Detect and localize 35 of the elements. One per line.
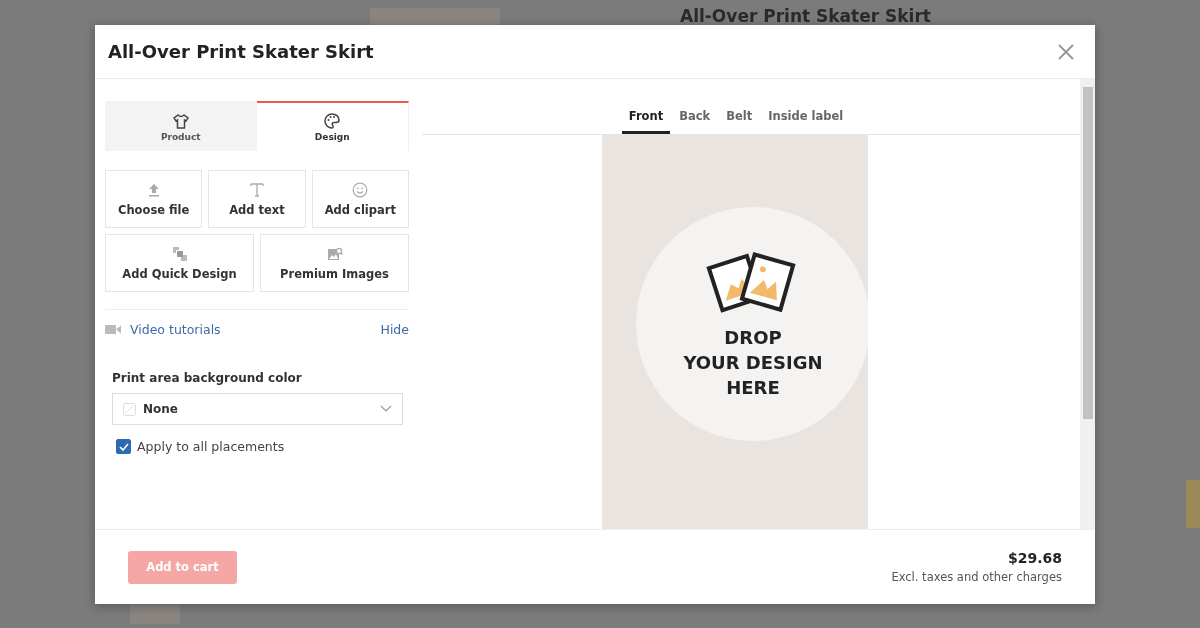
tool-button[interactable]: Add clipart (311, 170, 409, 228)
photo-placeholder (130, 604, 180, 624)
tool-button[interactable]: Premium Images (260, 234, 409, 292)
price-note: Excl. taxes and other charges (891, 570, 1062, 584)
field-label: Print area background color (112, 371, 303, 385)
price: $29.68 (1007, 550, 1062, 566)
tool-button[interactable]: Choose file (105, 170, 203, 228)
modal-title: All-Over Print Skater Skirt (108, 41, 374, 62)
page-title: All-Over Print Skater Skirt (680, 6, 931, 26)
link[interactable]: Video tutorials (130, 322, 381, 337)
checkbox[interactable] (116, 439, 131, 454)
video-camera-icon (105, 324, 121, 335)
tab[interactable]: Back (672, 109, 718, 134)
image-icon (326, 245, 343, 262)
palette-icon (324, 112, 341, 129)
checkbox-label: Apply to all placements (137, 439, 285, 454)
empty-swatch-icon (123, 402, 136, 416)
close-icon[interactable] (1057, 42, 1075, 61)
shirt-icon (172, 112, 189, 129)
tool-button[interactable]: Add Quick Design (105, 234, 254, 292)
text-icon (249, 181, 265, 198)
link[interactable]: Hide (380, 322, 409, 337)
scrollbar[interactable] (1080, 79, 1095, 529)
drop-zone[interactable]: DROP YOUR DESIGN HERE (636, 207, 870, 441)
tool-button[interactable]: Add text (208, 170, 306, 228)
color-dropdown[interactable]: None (112, 393, 403, 425)
tab[interactable]: Inside label (761, 109, 851, 134)
tab[interactable]: Design (256, 101, 409, 151)
squares-icon (171, 245, 188, 262)
drop-zone-text: DROP YOUR DESIGN HERE (683, 325, 823, 400)
tab[interactable]: Product (105, 101, 257, 151)
smiley-icon (352, 181, 369, 198)
chevron-down-icon (380, 405, 392, 413)
photo-placeholder (1186, 480, 1200, 528)
tab[interactable]: Belt (719, 109, 760, 134)
